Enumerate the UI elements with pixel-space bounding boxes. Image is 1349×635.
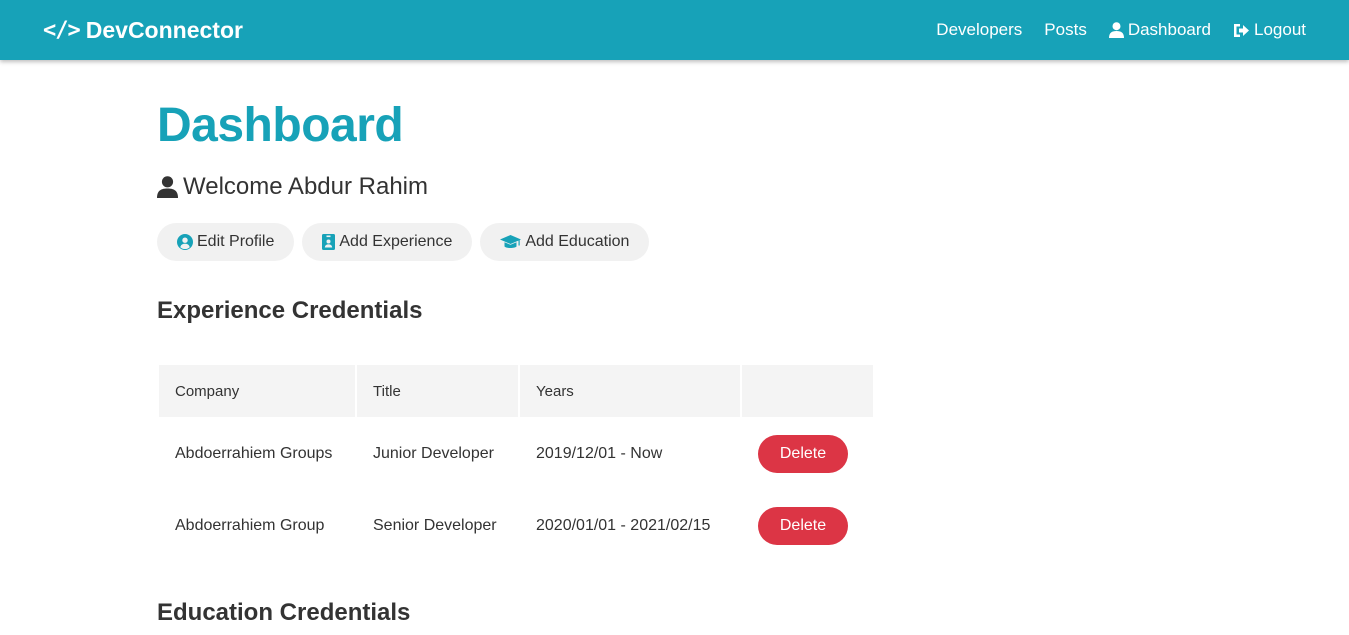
education-heading: Education Credentials (157, 599, 411, 626)
sign-out-icon (1234, 23, 1249, 37)
brand-link[interactable]: </> DevConnector (43, 17, 243, 44)
add-education-label: Add Education (525, 233, 630, 250)
nav-posts-label: Posts (1044, 20, 1087, 39)
user-icon (157, 176, 178, 198)
delete-experience-button[interactable]: Delete (758, 507, 848, 545)
title-cell: Senior Developer (373, 517, 497, 534)
nav-developers-label: Developers (936, 20, 1023, 39)
nav-logout-label: Logout (1254, 20, 1306, 39)
graduation-cap-icon (500, 234, 522, 248)
action-cell: Delete (742, 491, 873, 561)
nav-links: Developers Posts Dashboard Logout (914, 20, 1306, 40)
nav-posts[interactable]: Posts (1044, 20, 1087, 40)
add-education-button[interactable]: Add Education (480, 223, 650, 261)
action-cell: Delete (742, 419, 873, 489)
dash-buttons: Edit Profile Add Experience Add Educatio… (157, 223, 657, 261)
years-cell: 2019/12/01 - Now (536, 445, 663, 462)
table-row: Abdoerrahiem Group Senior Developer 2020… (159, 491, 873, 561)
experience-table: Company Title Years Abdoerrahiem Groups … (157, 363, 875, 563)
nav-developers[interactable]: Developers (936, 20, 1022, 40)
column-header-title: Title (357, 365, 518, 417)
edit-profile-button[interactable]: Edit Profile (157, 223, 295, 261)
id-badge-icon (322, 234, 336, 250)
edit-profile-label: Edit Profile (197, 233, 275, 250)
navbar: </> DevConnector Developers Posts Dashbo… (0, 0, 1349, 60)
delete-experience-button[interactable]: Delete (758, 435, 848, 473)
welcome-text: Welcome Abdur Rahim (157, 173, 428, 201)
add-experience-label: Add Experience (339, 233, 453, 250)
table-header-row: Company Title Years (159, 365, 873, 417)
nav-dashboard[interactable]: Dashboard (1108, 20, 1211, 40)
user-circle-icon (177, 234, 193, 250)
column-header-action (742, 365, 873, 417)
column-header-company: Company (159, 365, 355, 417)
years-cell: 2020/01/01 - 2021/02/15 (536, 517, 711, 534)
nav-dashboard-label: Dashboard (1127, 20, 1211, 39)
brand-name: DevConnector (85, 16, 243, 43)
company-cell: Abdoerrahiem Group (175, 517, 325, 534)
code-icon: </> (43, 17, 81, 43)
title-cell: Junior Developer (373, 445, 494, 462)
experience-heading: Experience Credentials (157, 297, 423, 324)
page-title: Dashboard (157, 99, 404, 152)
company-cell: Abdoerrahiem Groups (175, 445, 333, 462)
welcome-label: Welcome Abdur Rahim (183, 173, 428, 200)
add-experience-button[interactable]: Add Experience (302, 223, 473, 261)
table-row: Abdoerrahiem Groups Junior Developer 201… (159, 419, 873, 489)
user-icon (1108, 22, 1124, 38)
column-header-years: Years (520, 365, 740, 417)
nav-logout[interactable]: Logout (1233, 20, 1306, 40)
